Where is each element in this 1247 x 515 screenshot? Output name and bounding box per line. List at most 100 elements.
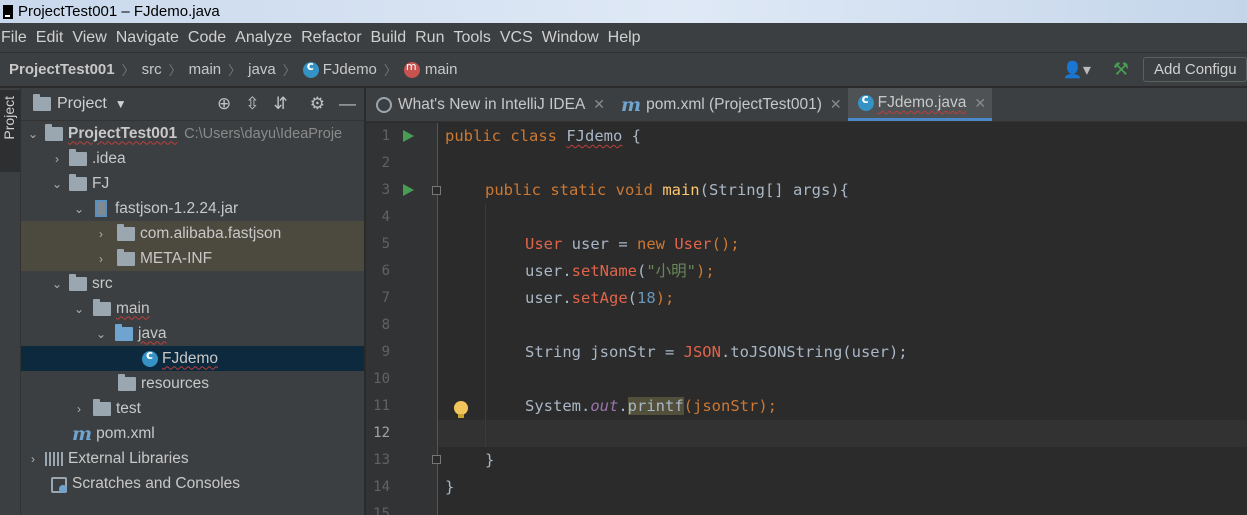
tree-item-test[interactable]: › test [21, 396, 364, 421]
tree-item-resources[interactable]: resources [21, 371, 364, 396]
chevron-right-icon[interactable]: › [25, 452, 41, 466]
tree-item-label: FJ [92, 174, 110, 192]
tree-item-label: resources [141, 374, 210, 392]
text: .toJSONString(user); [720, 343, 908, 361]
menu-tools[interactable]: Tools [452, 29, 494, 47]
expand-all-icon[interactable]: ⇳ [245, 94, 259, 114]
line-number: 8 [381, 317, 390, 333]
fold-marker-icon[interactable] [432, 186, 441, 195]
chevron-down-icon[interactable]: ⌄ [71, 202, 87, 216]
tab-fjdemo-java[interactable]: FJdemo.java ✕ [847, 88, 993, 121]
folder-icon [69, 273, 87, 291]
fold-marker-icon[interactable] [432, 455, 441, 464]
tree-item-fastjson-jar[interactable]: ⌄ fastjson-1.2.24.jar [21, 196, 364, 221]
tree-item-main[interactable]: ⌄ main [21, 296, 364, 321]
tree-item-scratches[interactable]: Scratches and Consoles [21, 471, 364, 496]
chevron-down-icon[interactable]: ⌄ [93, 327, 109, 341]
breadcrumb-java[interactable]: java [248, 61, 276, 78]
tree-item-label: com.alibaba.fastjson [140, 224, 282, 242]
java-class-icon [302, 59, 319, 78]
current-line-highlight [438, 420, 1247, 447]
punct: ); [696, 262, 715, 280]
chevron-right-icon[interactable]: › [71, 402, 87, 416]
chevron-down-icon[interactable]: ⌄ [49, 177, 65, 191]
editor-gutter: 1 2 3 4 5 6 7 8 9 10 11 12 13 14 15 [366, 123, 441, 515]
tree-item-java[interactable]: ⌄ java [21, 321, 364, 346]
chevron-right-icon[interactable]: › [93, 227, 109, 241]
tab-whats-new[interactable]: What's New in IntelliJ IDEA ✕ [366, 88, 611, 121]
menu-build[interactable]: Build [370, 29, 411, 47]
code-line-3: public static void main(String[] args){ [485, 177, 849, 204]
tree-item-external-libraries[interactable]: › External Libraries [21, 446, 364, 471]
gear-icon[interactable]: ⚙ [310, 94, 325, 114]
tree-item-src[interactable]: ⌄ src [21, 271, 364, 296]
folder-icon [93, 398, 111, 416]
indent-guide [485, 204, 486, 447]
line-number: 12 [373, 425, 390, 441]
tree-item-fjdemo[interactable]: FJdemo [21, 346, 364, 371]
tree-item-idea[interactable]: › .idea [21, 146, 364, 171]
menu-run[interactable]: Run [414, 29, 448, 47]
run-main-icon[interactable] [403, 184, 414, 196]
chevron-down-icon[interactable]: ⌄ [49, 277, 65, 291]
chevron-right-icon[interactable]: › [93, 252, 109, 266]
add-configuration-button[interactable]: Add Configu [1143, 57, 1247, 82]
method-call: setAge [571, 289, 628, 307]
tree-item-fj[interactable]: ⌄ FJ [21, 171, 364, 196]
chevron-down-icon[interactable]: ⌄ [71, 302, 87, 316]
close-icon[interactable]: ✕ [593, 96, 605, 113]
menu-window[interactable]: Window [541, 29, 603, 47]
build-hammer-icon[interactable]: ⚒ [1113, 59, 1129, 80]
menu-bar: File Edit View Navigate Code Analyze Ref… [0, 23, 1247, 52]
breadcrumb-method[interactable]: main [403, 60, 457, 78]
text: String jsonStr = [525, 343, 684, 361]
menu-code[interactable]: Code [187, 29, 230, 47]
intellij-logo-icon [3, 4, 13, 19]
breadcrumb-src[interactable]: src [142, 61, 162, 78]
tree-item-meta-inf[interactable]: › META-INF [21, 246, 364, 271]
menu-vcs[interactable]: VCS [499, 29, 537, 47]
code-line-7: user.setAge(18); [525, 285, 674, 312]
navigation-bar: ProjectTest001 〉 src 〉 main 〉 java 〉 FJd… [0, 52, 1247, 87]
chevron-down-icon[interactable]: ⌄ [25, 127, 41, 141]
breadcrumb-main[interactable]: main [189, 61, 222, 78]
menu-navigate[interactable]: Navigate [115, 29, 183, 47]
close-icon[interactable]: ✕ [830, 96, 842, 113]
locate-target-icon[interactable]: ⊕ [217, 94, 231, 114]
project-panel-title[interactable]: Project [57, 95, 107, 113]
library-icon [45, 451, 63, 466]
intention-bulb-icon[interactable] [454, 401, 468, 418]
tree-item-com-alibaba-fastjson[interactable]: › com.alibaba.fastjson [21, 221, 364, 246]
menu-file[interactable]: File [0, 29, 31, 47]
hide-panel-icon[interactable]: — [339, 94, 356, 114]
tree-item-label: External Libraries [68, 449, 189, 467]
static-field: out [590, 397, 619, 415]
line-number: 1 [381, 128, 390, 144]
class-ref: JSON [683, 343, 721, 361]
tab-pom-xml[interactable]: m pom.xml (ProjectTest001) ✕ [611, 88, 848, 121]
project-tool-tab[interactable]: Project [0, 90, 21, 172]
code-editor[interactable]: 1 2 3 4 5 6 7 8 9 10 11 12 13 14 15 publ… [366, 123, 1247, 515]
chevron-right-icon[interactable]: › [49, 152, 65, 166]
user-account-icon[interactable]: 👤▾ [1063, 60, 1091, 80]
chevron-down-icon[interactable]: ▼ [115, 97, 127, 111]
breadcrumb-project[interactable]: ProjectTest001 [9, 61, 115, 78]
collapse-all-icon[interactable]: ⇵ [274, 94, 288, 114]
menu-help[interactable]: Help [607, 29, 645, 47]
close-icon[interactable]: ✕ [974, 95, 986, 112]
tree-item-label: ProjectTest001 [68, 124, 178, 142]
type: User [525, 235, 563, 253]
breadcrumb-class-label: FJdemo [322, 61, 377, 78]
project-panel-header: Project ▼ ⊕ ⇳ ⇵ ⚙ — [21, 88, 364, 121]
menu-view[interactable]: View [71, 29, 110, 47]
run-class-icon[interactable] [403, 130, 414, 142]
tree-item-projecttest001[interactable]: ⌄ ProjectTest001 C:\Users\dayu\IdeaProje [21, 121, 364, 146]
code-line-9: String jsonStr = JSON.toJSONString(user)… [525, 339, 908, 366]
menu-edit[interactable]: Edit [35, 29, 68, 47]
breadcrumb-class[interactable]: FJdemo [302, 59, 377, 78]
tree-item-pom-xml[interactable]: m pom.xml [21, 421, 364, 446]
menu-analyze[interactable]: Analyze [234, 29, 296, 47]
line-number: 4 [381, 209, 390, 225]
punct: (); [711, 235, 740, 253]
menu-refactor[interactable]: Refactor [300, 29, 365, 47]
